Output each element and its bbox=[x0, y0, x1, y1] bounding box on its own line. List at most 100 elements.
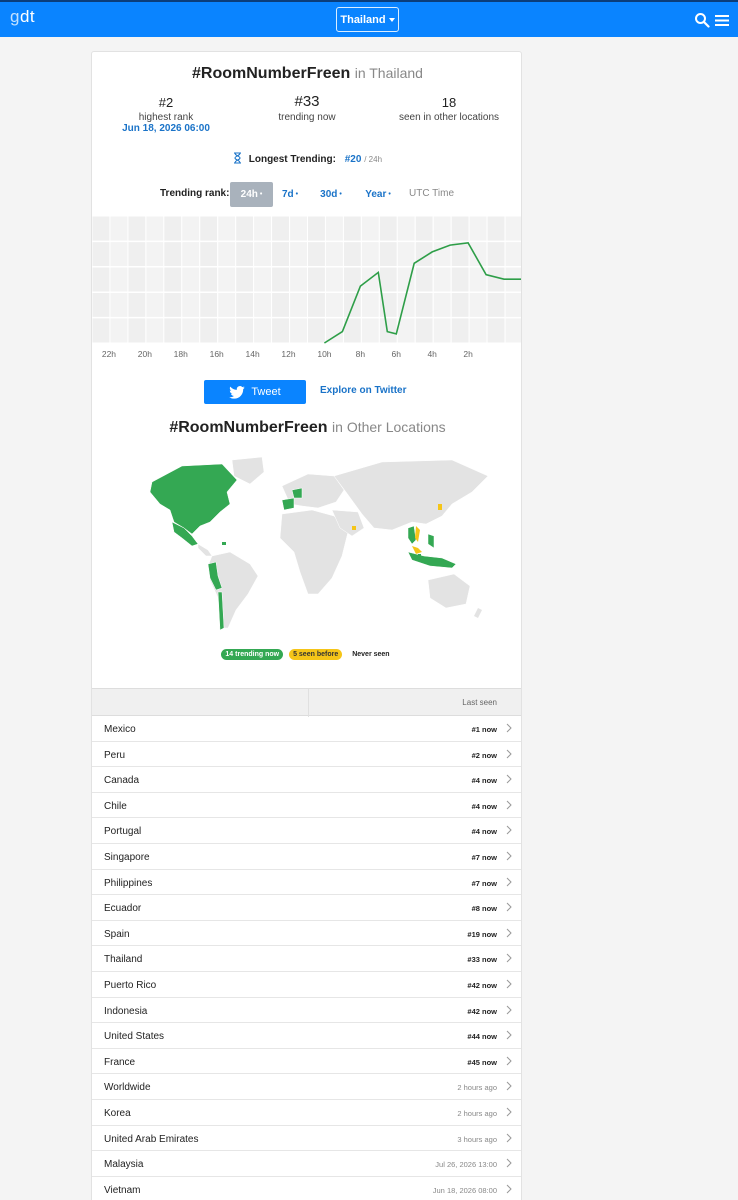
location-name: Spain bbox=[104, 928, 130, 940]
world-map[interactable] bbox=[112, 452, 503, 642]
location-name: Korea bbox=[104, 1107, 131, 1119]
map-philippines bbox=[427, 533, 435, 549]
location-name: Thailand bbox=[104, 954, 143, 966]
chart-x-tick: 16h bbox=[210, 349, 224, 359]
chevron-right-icon bbox=[506, 1081, 512, 1091]
map-korea bbox=[438, 504, 442, 510]
chart-grid-cell bbox=[163, 216, 183, 344]
chart-x-tick: 2h bbox=[463, 349, 473, 359]
table-row[interactable]: Indonesia #42 now bbox=[92, 998, 521, 1024]
last-seen-value: #44 now bbox=[467, 1032, 497, 1042]
location-label: Thailand bbox=[340, 13, 386, 26]
last-seen-value: 2 hours ago bbox=[457, 1108, 497, 1118]
chart-x-tick: 18h bbox=[174, 349, 188, 359]
hourglass-icon bbox=[233, 152, 241, 164]
location-name: Peru bbox=[104, 749, 126, 761]
locations-table: Mexico #1 now Peru #2 now Canada #4 now Chile #… bbox=[92, 716, 521, 1200]
table-row[interactable]: Thailand #33 now bbox=[92, 946, 521, 972]
table-row[interactable]: Vietnam Jun 18, 2026 08:00 bbox=[92, 1177, 521, 1200]
other-locations-stat[interactable]: 18 seen in other locations bbox=[379, 95, 519, 123]
location-name: Philippines bbox=[104, 877, 153, 889]
chart-grid-cell bbox=[360, 216, 380, 344]
locations-table-header: Last seen bbox=[92, 688, 521, 717]
last-seen-value: #42 now bbox=[467, 980, 497, 990]
table-row[interactable]: Korea 2 hours ago bbox=[92, 1100, 521, 1126]
table-row[interactable]: United Arab Emirates 3 hours ago bbox=[92, 1126, 521, 1152]
table-row[interactable]: Peru #2 now bbox=[92, 742, 521, 768]
last-seen-value: #4 now bbox=[471, 827, 497, 837]
chart-grid-cell bbox=[468, 216, 488, 344]
chart-grid-cell bbox=[145, 216, 165, 344]
location-name: Vietnam bbox=[104, 1184, 141, 1196]
chevron-right-icon bbox=[506, 1107, 512, 1117]
twitter-bird-icon bbox=[229, 385, 246, 399]
table-row[interactable]: Canada #4 now bbox=[92, 767, 521, 793]
legend-trending: 14 trending now bbox=[221, 649, 284, 660]
trending-rank-chart: 22h 20h 18h 16h 14h 12h 10h 8h 6h 4h 2h bbox=[92, 216, 521, 359]
site-logo[interactable]: gdt bbox=[10, 7, 35, 27]
tweet-button[interactable]: Tweet bbox=[204, 380, 306, 404]
chart-grid-cell bbox=[396, 216, 416, 344]
trending-now-stat: #33 trending now bbox=[278, 93, 336, 123]
location-name: Canada bbox=[104, 775, 140, 787]
location-dropdown[interactable]: Thailand bbox=[336, 7, 399, 32]
range-30d-button[interactable]: 30d • bbox=[316, 182, 346, 207]
chevron-right-icon bbox=[506, 826, 512, 835]
last-seen-value: #4 now bbox=[471, 801, 497, 811]
chart-x-tick: 12h bbox=[281, 349, 295, 359]
location-name: Puerto Rico bbox=[104, 979, 157, 991]
map-uae bbox=[352, 526, 356, 530]
chevron-right-icon bbox=[506, 1056, 512, 1066]
last-seen-value: Jun 18, 2026 08:00 bbox=[432, 1185, 497, 1195]
chart-grid-cell bbox=[414, 216, 434, 344]
table-row[interactable]: Puerto Rico #42 now bbox=[92, 972, 521, 998]
explore-on-twitter-link[interactable]: Explore on Twitter bbox=[320, 385, 407, 396]
search-icon[interactable] bbox=[694, 12, 710, 28]
range-24h-button[interactable]: 24h • bbox=[230, 182, 273, 207]
utc-toggle[interactable]: UTC Time bbox=[409, 188, 454, 199]
table-row[interactable]: Malaysia Jul 26, 2026 13:00 bbox=[92, 1151, 521, 1177]
table-row[interactable]: Ecuador #8 now bbox=[92, 895, 521, 921]
chart-grid-cell bbox=[127, 216, 147, 344]
map-puerto-rico bbox=[222, 542, 226, 545]
location-name: Worldwide bbox=[104, 1082, 151, 1094]
location-name: United Arab Emirates bbox=[104, 1133, 199, 1145]
last-seen-value: 3 hours ago bbox=[457, 1134, 497, 1144]
table-row[interactable]: Chile #4 now bbox=[92, 793, 521, 819]
table-row[interactable]: Worldwide 2 hours ago bbox=[92, 1074, 521, 1100]
chart-grid-cell bbox=[253, 216, 273, 344]
map-north-america bbox=[149, 463, 238, 535]
table-row[interactable]: United States #44 now bbox=[92, 1023, 521, 1049]
chart-x-tick: 14h bbox=[246, 349, 260, 359]
chart-x-tick: 8h bbox=[356, 349, 366, 359]
chart-grid-cell bbox=[378, 216, 398, 344]
map-indonesia bbox=[407, 551, 457, 569]
map-thailand bbox=[407, 525, 417, 545]
chevron-right-icon bbox=[506, 1133, 512, 1142]
table-row[interactable]: Mexico #1 now bbox=[92, 716, 521, 742]
location-name: Singapore bbox=[104, 851, 150, 863]
caret-down-icon bbox=[388, 17, 395, 22]
chart-grid-cell bbox=[217, 216, 237, 344]
chart-grid-cell bbox=[307, 216, 326, 344]
table-row[interactable]: Philippines #7 now bbox=[92, 870, 521, 896]
chevron-right-icon bbox=[506, 928, 512, 938]
range-year-button[interactable]: Year • bbox=[360, 182, 396, 207]
location-name: Chile bbox=[104, 800, 127, 812]
chart-grid bbox=[92, 216, 521, 344]
map-spain-portugal bbox=[281, 497, 295, 511]
table-row[interactable]: Portugal #4 now bbox=[92, 818, 521, 844]
chart-x-tick: 4h bbox=[427, 349, 437, 359]
location-name: Ecuador bbox=[104, 903, 142, 915]
last-seen-value: 2 hours ago bbox=[457, 1083, 497, 1093]
table-row[interactable]: Spain #19 now bbox=[92, 921, 521, 947]
menu-icon[interactable] bbox=[714, 12, 730, 28]
range-7d-button[interactable]: 7d • bbox=[277, 182, 303, 207]
longest-trending: Longest Trending: #20 / 24h bbox=[92, 152, 521, 165]
map-legend: 14 trending now 5 seen before Never seen bbox=[92, 649, 521, 660]
chart-grid-cell bbox=[199, 216, 219, 344]
location-name: Malaysia bbox=[104, 1159, 144, 1171]
hashtag-card: #RoomNumberFreen in Thailand #2 highest … bbox=[91, 51, 522, 1200]
table-row[interactable]: Singapore #7 now bbox=[92, 844, 521, 870]
table-row[interactable]: France #45 now bbox=[92, 1049, 521, 1075]
